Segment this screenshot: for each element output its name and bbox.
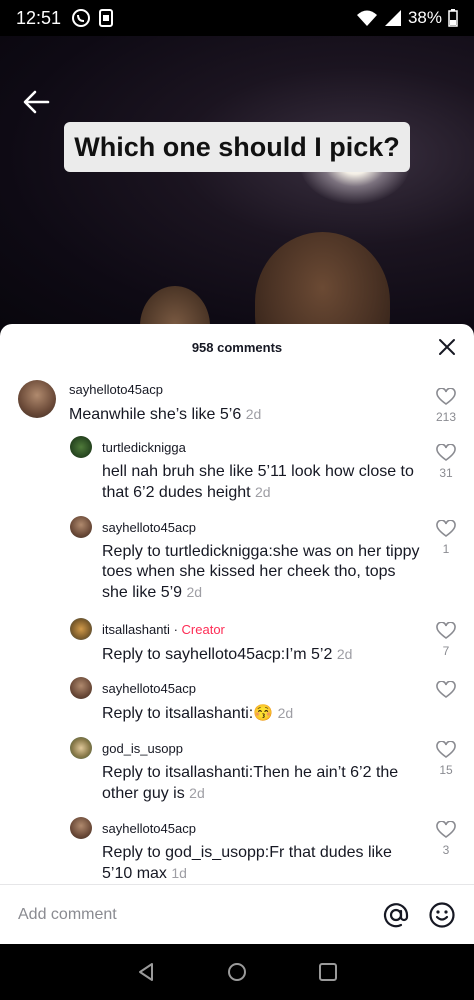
avatar[interactable] xyxy=(70,737,92,759)
nav-home-icon[interactable] xyxy=(226,961,248,983)
heart-icon xyxy=(436,681,456,698)
like-count: 7 xyxy=(442,644,450,658)
like-count: 31 xyxy=(439,466,453,480)
comment-time: 2d xyxy=(189,785,205,801)
comment-text: Reply to turtledicknigga:she was on her … xyxy=(102,543,420,601)
wifi-icon xyxy=(356,10,377,26)
comments-sheet: 958 comments sayhelloto45acp Meanwhile s… xyxy=(0,324,474,944)
reply-item: sayhelloto45acp Reply to god_is_usopp:Fr… xyxy=(0,817,474,884)
like-count: 15 xyxy=(439,763,453,777)
heart-icon xyxy=(436,821,456,838)
comment-time: 2d xyxy=(255,484,271,500)
like-button[interactable] xyxy=(436,681,456,699)
heart-icon xyxy=(436,444,456,461)
reply-item: sayhelloto45acp Reply to itsallashanti:😚… xyxy=(0,677,474,735)
video-caption: Which one should I pick? xyxy=(64,122,410,172)
mention-link[interactable]: god_is_usopp xyxy=(165,844,265,861)
comment-text: Reply to sayhelloto45acp:I’m 5’2 2d xyxy=(102,646,353,663)
comment-count: 958 comments xyxy=(191,339,283,355)
heart-icon xyxy=(436,388,456,405)
comment-time: 2d xyxy=(336,646,353,662)
comment-username[interactable]: sayhelloto45acp xyxy=(102,520,196,535)
heart-icon xyxy=(436,741,456,758)
battery-icon xyxy=(448,9,458,27)
comment-item: sayhelloto45acp Meanwhile she’s like 5’6… xyxy=(0,374,474,438)
comment-username[interactable]: sayhelloto45acp xyxy=(69,382,163,397)
like-count: 3 xyxy=(442,843,450,857)
status-bar: 12:51 38% xyxy=(0,0,474,36)
comment-username: itsallashanti · Creator xyxy=(102,622,225,637)
system-nav-bar xyxy=(0,944,474,1000)
whatsapp-icon xyxy=(72,9,91,27)
avatar[interactable] xyxy=(18,380,56,418)
comment-time: 2d xyxy=(277,705,294,721)
status-time: 12:51 xyxy=(16,7,62,28)
comment-username[interactable]: sayhelloto45acp xyxy=(102,821,196,836)
avatar[interactable] xyxy=(70,817,92,839)
like-count: 1 xyxy=(442,542,450,556)
reply-item: god_is_usopp Reply to itsallashanti:Then… xyxy=(0,737,474,817)
avatar[interactable] xyxy=(70,516,92,538)
like-button[interactable]: 7 xyxy=(436,622,456,658)
add-comment-input[interactable] xyxy=(18,905,364,924)
creator-badge: Creator xyxy=(181,622,225,637)
kissing-emoji-icon: 😚 xyxy=(253,705,274,722)
comment-text: Meanwhile she’s like 5’6 2d xyxy=(69,406,262,423)
avatar[interactable] xyxy=(70,618,92,640)
comment-username[interactable]: turtledicknigga xyxy=(102,440,186,455)
heart-icon xyxy=(436,520,456,537)
nav-recents-icon[interactable] xyxy=(317,961,339,983)
battery-percent: 38% xyxy=(407,8,442,27)
comment-time: 1d xyxy=(171,865,187,881)
emoji-icon[interactable] xyxy=(428,901,456,929)
signal-icon xyxy=(384,10,401,26)
heart-icon xyxy=(436,622,456,639)
comment-time: 2d xyxy=(245,406,262,422)
comments-list[interactable]: sayhelloto45acp Meanwhile she’s like 5’6… xyxy=(0,370,474,884)
like-button[interactable]: 15 xyxy=(436,741,456,777)
comment-username[interactable]: god_is_usopp xyxy=(102,741,183,756)
person-image xyxy=(255,232,390,336)
nav-back-icon[interactable] xyxy=(135,961,157,983)
avatar[interactable] xyxy=(70,677,92,699)
mention-link[interactable]: sayhelloto45acp xyxy=(165,646,281,663)
comment-text: Reply to itsallashanti:😚 2d xyxy=(102,705,294,722)
comment-text: Reply to itsallashanti:Then he ain’t 6’2… xyxy=(102,764,399,802)
reply-item: itsallashanti · Creator Reply to sayhell… xyxy=(0,618,474,678)
video-player[interactable]: Which one should I pick? xyxy=(0,36,474,336)
comments-header: 958 comments xyxy=(0,324,474,370)
comment-username[interactable]: sayhelloto45acp xyxy=(102,681,196,696)
like-count: 213 xyxy=(435,410,457,424)
like-button[interactable]: 1 xyxy=(436,520,456,556)
back-arrow-icon[interactable] xyxy=(22,88,52,116)
reply-item: turtledicknigga hell nah bruh she like 5… xyxy=(0,436,474,516)
like-button[interactable]: 213 xyxy=(436,388,456,424)
like-button[interactable]: 31 xyxy=(436,444,456,480)
like-button[interactable]: 3 xyxy=(436,821,456,857)
close-icon[interactable] xyxy=(438,338,456,356)
mention-link[interactable]: turtledicknigga xyxy=(165,543,268,560)
comment-text: hell nah bruh she like 5’11 look how clo… xyxy=(102,463,414,501)
mention-link[interactable]: itsallashanti xyxy=(165,764,249,781)
add-comment-bar xyxy=(0,884,474,944)
mention-link[interactable]: itsallashanti xyxy=(165,705,249,722)
sim-icon xyxy=(99,9,114,27)
comment-text: Reply to god_is_usopp:Fr that dudes like… xyxy=(102,844,392,882)
mention-icon[interactable] xyxy=(382,901,410,929)
comment-time: 2d xyxy=(186,584,203,600)
avatar[interactable] xyxy=(70,436,92,458)
reply-item: sayhelloto45acp Reply to turtledicknigga… xyxy=(0,516,474,616)
